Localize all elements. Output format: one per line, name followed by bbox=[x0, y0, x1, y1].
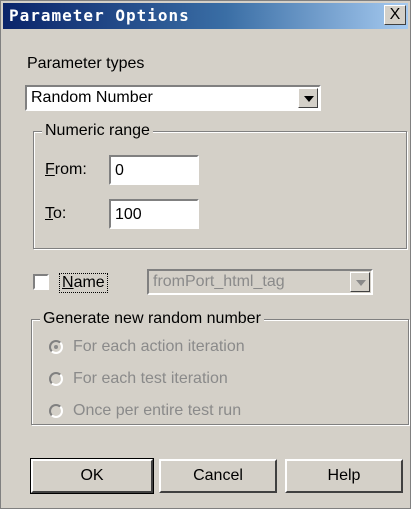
option-once-per-run[interactable]: Once per entire test run bbox=[73, 402, 241, 420]
radio-each-action-iteration[interactable] bbox=[49, 340, 63, 354]
option-each-test-iteration[interactable]: For each test iteration bbox=[73, 370, 228, 388]
parameter-types-label: Parameter types bbox=[27, 55, 145, 72]
close-button[interactable]: X bbox=[384, 5, 406, 25]
to-label: To: bbox=[45, 205, 66, 223]
name-checkbox[interactable] bbox=[33, 274, 49, 290]
to-label-text: o: bbox=[53, 205, 67, 222]
name-label[interactable]: Name bbox=[59, 273, 108, 293]
cancel-button[interactable]: Cancel bbox=[159, 459, 277, 493]
from-input[interactable]: 0 bbox=[109, 155, 199, 185]
numeric-range-legend: Numeric range bbox=[42, 122, 153, 140]
help-button[interactable]: Help bbox=[285, 459, 403, 493]
parameter-options-dialog: Parameter Options X Parameter types Rand… bbox=[0, 0, 411, 509]
radio-each-test-iteration[interactable] bbox=[49, 372, 63, 386]
to-input[interactable]: 100 bbox=[109, 199, 199, 229]
chevron-down-icon bbox=[356, 280, 366, 286]
from-label-text: rom: bbox=[54, 161, 87, 178]
name-dropdown-arrow[interactable] bbox=[350, 272, 370, 292]
from-label-accel: F bbox=[45, 161, 55, 178]
dropdown-arrow-button[interactable] bbox=[298, 88, 318, 108]
dialog-title: Parameter Options bbox=[9, 6, 190, 25]
to-value: 100 bbox=[115, 206, 142, 223]
generate-legend: Generate new random number bbox=[40, 310, 264, 328]
parameter-types-dropdown[interactable]: Random Number bbox=[25, 85, 321, 111]
option-each-action-iteration[interactable]: For each action iteration bbox=[73, 338, 245, 356]
ok-button[interactable]: OK bbox=[30, 458, 154, 494]
to-label-accel: T bbox=[45, 205, 53, 222]
numeric-range-group: Numeric range bbox=[33, 122, 407, 249]
chevron-down-icon bbox=[304, 96, 314, 102]
radio-once-per-run[interactable] bbox=[49, 404, 63, 418]
from-label: From: bbox=[45, 161, 87, 179]
title-bar[interactable]: Parameter Options X bbox=[3, 3, 408, 29]
name-dropdown[interactable]: fromPort_html_tag bbox=[147, 269, 373, 295]
from-value: 0 bbox=[115, 162, 124, 179]
close-icon: X bbox=[389, 6, 401, 23]
name-label-accel: N bbox=[62, 274, 74, 291]
name-label-text: ame bbox=[73, 274, 105, 291]
name-dropdown-value: fromPort_html_tag bbox=[153, 273, 285, 290]
parameter-types-value: Random Number bbox=[31, 89, 153, 106]
